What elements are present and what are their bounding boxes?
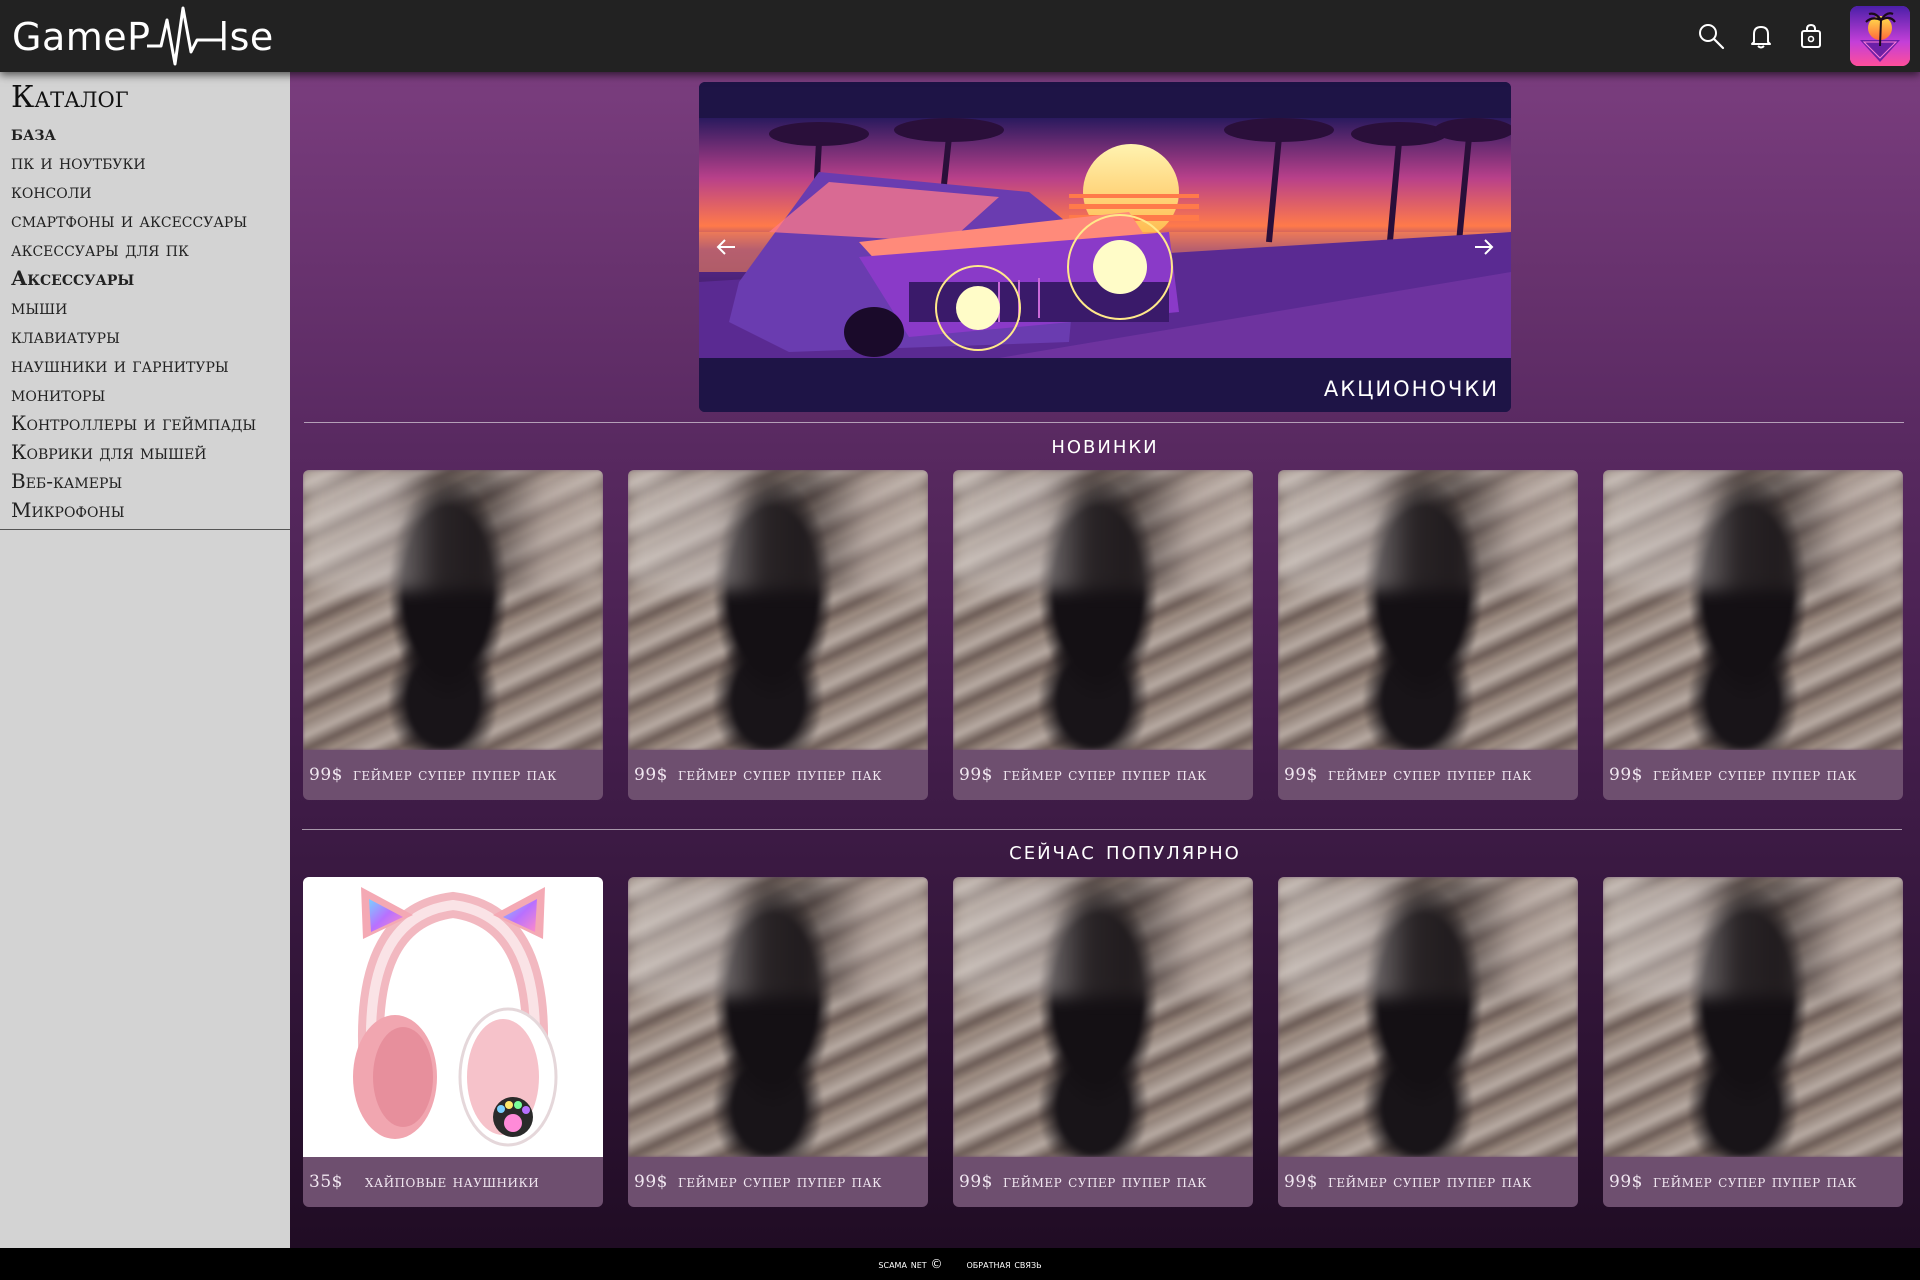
product-card[interactable]: 99$ геймер супер пупер пак [1278, 470, 1578, 800]
product-label: 99$ геймер супер пупер пак [628, 1157, 928, 1207]
product-label: 99$ геймер супер пупер пак [953, 750, 1253, 800]
pulse-icon [146, 6, 223, 66]
product-name: геймер супер пупер пак [1002, 765, 1207, 785]
search-button[interactable] [1686, 11, 1736, 61]
product-label: 99$ геймер супер пупер пак [1278, 1157, 1578, 1207]
product-image [628, 877, 928, 1157]
product-name: хайповые наушники [364, 1172, 540, 1192]
product-image [628, 470, 928, 750]
product-name: геймер супер пупер пак [677, 1172, 882, 1192]
product-image [1603, 877, 1903, 1157]
sidebar-item-base[interactable]: база [11, 119, 290, 148]
footer-copyright: scama net © [878, 1257, 943, 1271]
product-label: 35$ хайповые наушники [303, 1157, 603, 1207]
arrow-left-icon [716, 239, 735, 255]
product-name: геймер супер пупер пак [1652, 765, 1857, 785]
product-card[interactable]: 99$ геймер супер пупер пак [628, 470, 928, 800]
product-price: 99$ [1609, 765, 1643, 785]
product-name: геймер супер пупер пак [1327, 1172, 1532, 1192]
catalog-list: Каталог база пк и ноутбуки консоли смарт… [0, 72, 290, 530]
catalog-sidebar: Каталог база пк и ноутбуки консоли смарт… [0, 72, 290, 1248]
shopping-bag-icon [1801, 23, 1821, 48]
product-image [1278, 470, 1578, 750]
product-label: 99$ геймер супер пупер пак [1603, 1157, 1903, 1207]
product-label: 99$ геймер супер пупер пак [303, 750, 603, 800]
sidebar-item-controllers[interactable]: Контроллеры и геймпады [11, 409, 290, 438]
sidebar-item-pc-accessories[interactable]: аксессуары для пк [11, 235, 290, 264]
product-label: 99$ геймер супер пупер пак [1603, 750, 1903, 800]
cat-ear-headphones-icon [353, 887, 558, 1147]
popular-products-row: 35$ хайповые наушники 99$ геймер супер п… [303, 877, 1903, 1207]
product-card[interactable]: 99$ геймер супер пупер пак [628, 877, 928, 1207]
product-label: 99$ геймер супер пупер пак [628, 750, 928, 800]
banner-caption: акционочки [1323, 369, 1499, 404]
notifications-button[interactable] [1736, 11, 1786, 61]
product-image [1278, 877, 1578, 1157]
new-products-row: 99$ геймер супер пупер пак 99$ геймер су… [303, 470, 1903, 800]
sidebar-item-mice[interactable]: мыши [11, 293, 290, 322]
header-actions [1686, 5, 1910, 67]
sidebar-item-monitors[interactable]: мониторы [11, 380, 290, 409]
banner-prev-button[interactable] [711, 232, 741, 262]
product-price: 99$ [634, 1172, 668, 1192]
product-card[interactable]: 99$ геймер супер пупер пак [1603, 877, 1903, 1207]
sidebar-item-accessories[interactable]: Аксессуары [11, 264, 290, 293]
product-image [953, 470, 1253, 750]
sidebar-item-keyboards[interactable]: клавиатуры [11, 322, 290, 351]
product-name: геймер супер пупер пак [1002, 1172, 1207, 1192]
sidebar-item-smartphones[interactable]: смартфоны и аксессуары [11, 206, 290, 235]
logo-text-start: GameP [12, 15, 151, 59]
product-image [1603, 470, 1903, 750]
logo-text-end: lse [218, 15, 274, 59]
product-image [953, 877, 1253, 1157]
search-icon [1699, 24, 1725, 50]
section-divider [304, 422, 1904, 423]
sidebar-item-headphones[interactable]: наушники и гарнитуры [11, 351, 290, 380]
section-title-new: новинки [1051, 430, 1159, 460]
bell-icon [1751, 26, 1771, 49]
main-content: акционочки новинки 99$ геймер супер пупе… [290, 72, 1920, 1248]
product-price: 99$ [959, 1172, 993, 1192]
product-label: 99$ геймер супер пупер пак [953, 1157, 1253, 1207]
product-price: 99$ [1284, 765, 1318, 785]
banner-image [699, 82, 1511, 412]
page-footer: scama net © обратная связь [0, 1248, 1920, 1280]
footer-feedback-link[interactable]: обратная связь [966, 1257, 1041, 1271]
product-name: геймер супер пупер пак [1652, 1172, 1857, 1192]
user-avatar[interactable] [1850, 6, 1910, 66]
product-card[interactable]: 99$ геймер супер пупер пак [303, 470, 603, 800]
product-card[interactable]: 99$ геймер супер пупер пак [953, 877, 1253, 1207]
sidebar-item-mousepads[interactable]: Коврики для мышей [11, 438, 290, 467]
arrow-right-icon [1475, 239, 1494, 255]
sidebar-item-microphones[interactable]: Микрофоны [11, 496, 290, 525]
section-title-popular: сейчас популярно [1009, 836, 1241, 866]
product-price: 99$ [959, 765, 993, 785]
product-image [303, 470, 603, 750]
banner-next-button[interactable] [1469, 232, 1499, 262]
product-name: геймер супер пупер пак [1327, 765, 1532, 785]
product-price: 99$ [1284, 1172, 1318, 1192]
product-card[interactable]: 99$ геймер супер пупер пак [1603, 470, 1903, 800]
sidebar-item-pc-laptops[interactable]: пк и ноутбуки [11, 148, 290, 177]
product-price: 99$ [309, 765, 343, 785]
product-price: 99$ [634, 765, 668, 785]
section-divider [302, 829, 1902, 830]
product-name: геймер супер пупер пак [352, 765, 557, 785]
top-header: GameP lse [0, 0, 1920, 72]
product-card[interactable]: 99$ геймер супер пупер пак [953, 470, 1253, 800]
cart-button[interactable] [1786, 11, 1836, 61]
sidebar-item-consoles[interactable]: консоли [11, 177, 290, 206]
palm-sunset-icon [1850, 6, 1910, 66]
product-name: геймер супер пупер пак [677, 765, 882, 785]
logo[interactable]: GameP lse [12, 6, 274, 68]
promo-banner[interactable]: акционочки [699, 82, 1511, 412]
product-label: 99$ геймер супер пупер пак [1278, 750, 1578, 800]
product-card[interactable]: 99$ геймер супер пупер пак [1278, 877, 1578, 1207]
catalog-title: Каталог [11, 80, 129, 115]
product-price: 35$ [309, 1172, 343, 1192]
sidebar-item-webcams[interactable]: Веб-камеры [11, 467, 290, 496]
product-image [303, 877, 603, 1157]
product-card[interactable]: 35$ хайповые наушники [303, 877, 603, 1207]
product-price: 99$ [1609, 1172, 1643, 1192]
